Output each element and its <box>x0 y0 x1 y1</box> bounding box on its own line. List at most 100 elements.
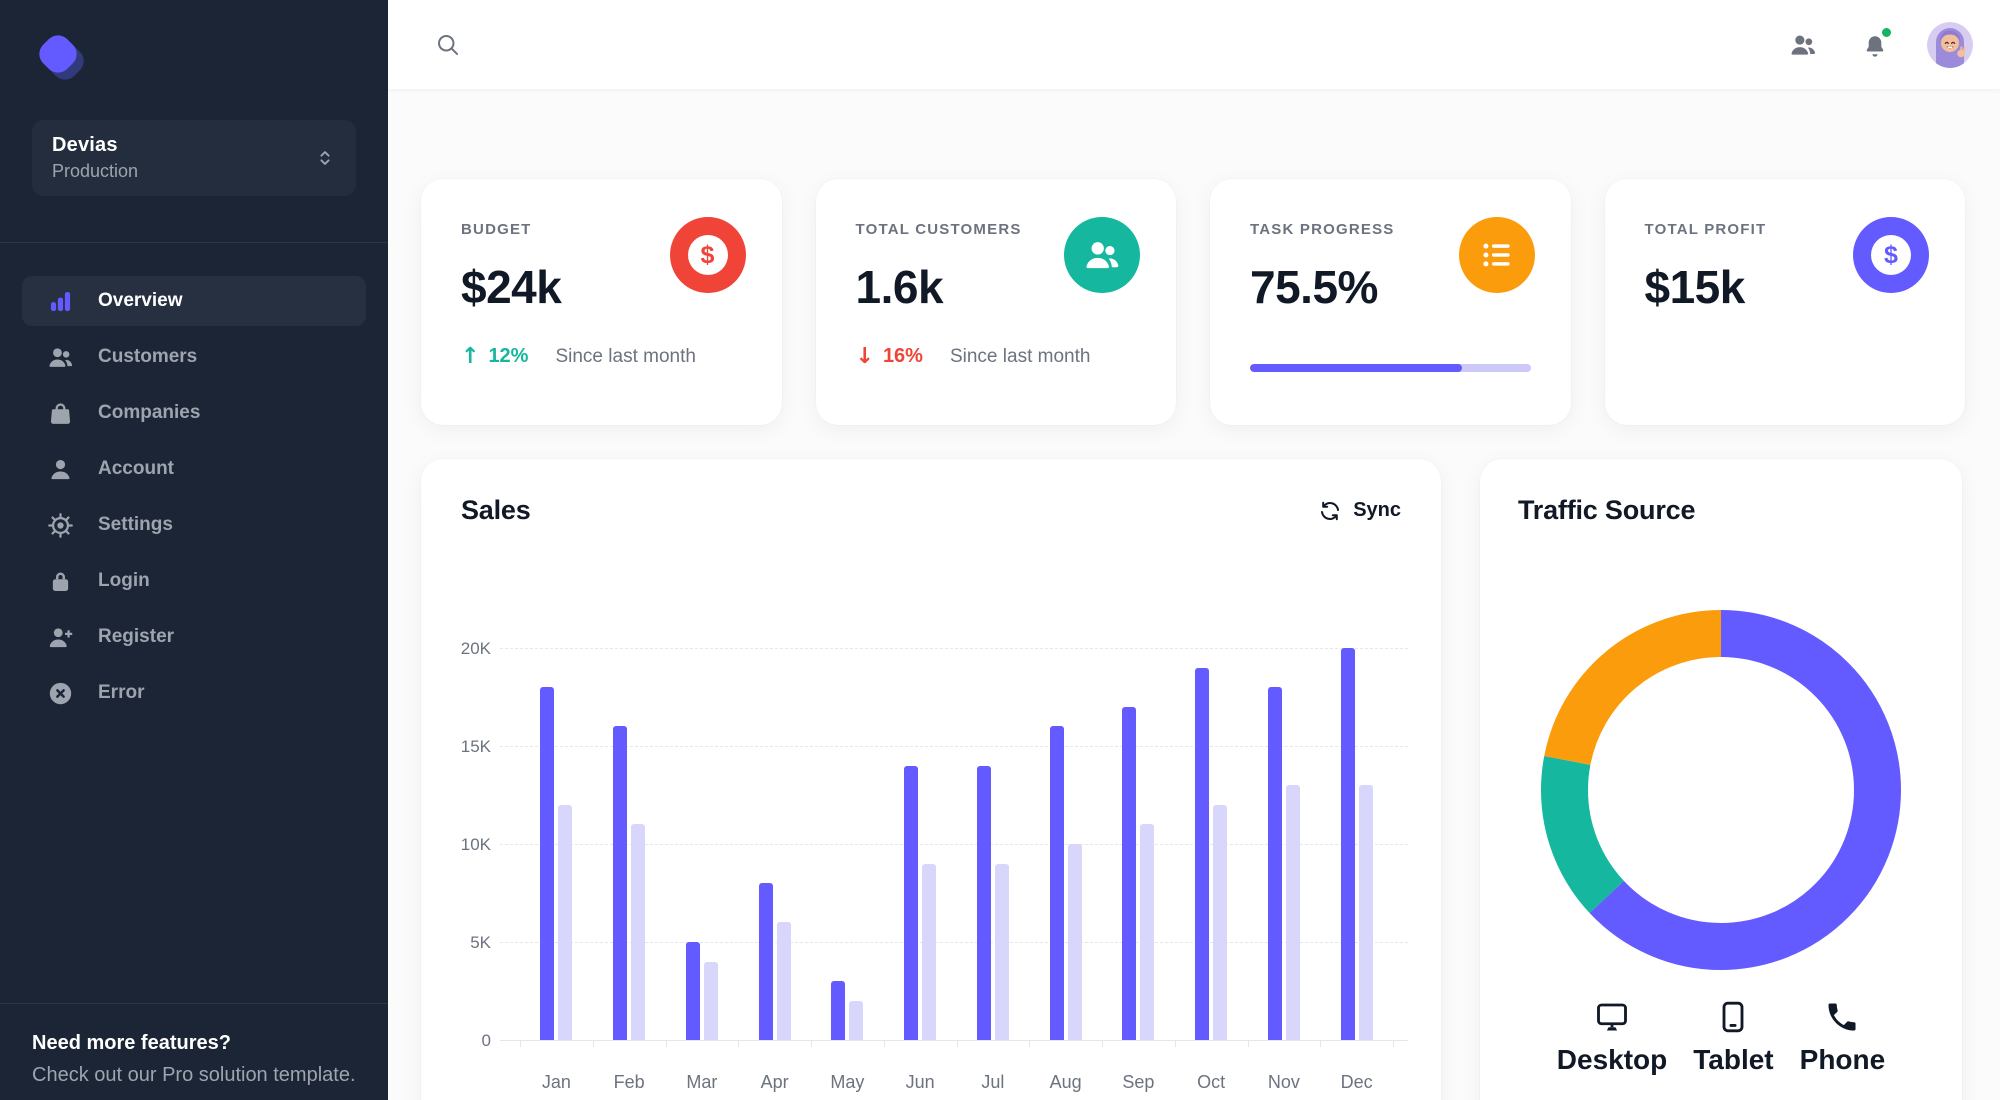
budget-card: BUDGET $24k $ ↑ 12% Since last month <box>421 179 782 425</box>
sidebar-item-label: Login <box>98 570 150 591</box>
task-progress-card: TASK PROGRESS 75.5% <box>1210 179 1571 425</box>
bar-last-year <box>703 962 718 1040</box>
unfold-icon <box>314 147 336 169</box>
sidebar: Devias Production Overview Customers Compa… <box>0 0 388 1100</box>
legend-item-phone: Phone <box>1799 999 1886 1076</box>
axis-tick <box>1247 1040 1249 1047</box>
bar-this-year <box>685 942 700 1040</box>
sidebar-item-label: Companies <box>98 402 201 423</box>
bar-last-year <box>1358 785 1373 1040</box>
gear-icon <box>47 512 74 539</box>
bar-last-year <box>994 864 1009 1040</box>
user-avatar[interactable] <box>1927 21 1973 68</box>
workspace-text: Devias Production <box>52 134 314 182</box>
y-axis-tick-label: 5K <box>470 933 491 952</box>
sidebar-item-error[interactable]: Error <box>22 668 366 718</box>
sidebar-item-register[interactable]: Register <box>22 612 366 662</box>
legend-label: Tablet <box>1693 1044 1774 1075</box>
sidebar-item-companies[interactable]: Companies <box>22 388 366 438</box>
bar-this-year <box>831 981 846 1040</box>
bar-group-jun <box>884 648 957 1040</box>
y-axis-tick-label: 20K <box>460 639 491 658</box>
bar-group-may <box>811 648 884 1040</box>
bar-last-year <box>558 805 573 1040</box>
sidebar-item-settings[interactable]: Settings <box>22 500 366 550</box>
bar-last-year <box>849 1001 864 1040</box>
phone-icon <box>1824 999 1860 1035</box>
user-icon <box>47 456 74 483</box>
sidebar-item-label: Overview <box>98 290 183 311</box>
search-button[interactable] <box>426 23 470 67</box>
stats-row: BUDGET $24k $ ↑ 12% Since last month TOT… <box>421 179 1965 425</box>
sidebar-item-customers[interactable]: Customers <box>22 332 366 382</box>
axis-tick <box>883 1040 885 1047</box>
axis-tick <box>520 1040 521 1047</box>
chart-bars-icon <box>47 288 74 315</box>
y-axis-tick-label: 10K <box>460 835 491 854</box>
x-tick-label: Sep <box>1122 1072 1155 1092</box>
bar-this-year <box>1195 668 1210 1040</box>
x-tick-label: Jun <box>905 1072 935 1092</box>
bar-last-year <box>1067 844 1082 1040</box>
y-axis-tick-label: 0 <box>481 1031 491 1050</box>
sidebar-nav: Overview Customers Companies Account Setting… <box>22 276 366 724</box>
trend-percent: 16% <box>882 345 923 367</box>
devias-logo-icon <box>39 35 84 80</box>
bar-last-year <box>1285 785 1300 1040</box>
x-tick-label: Jul <box>981 1072 1005 1092</box>
users-icon <box>47 344 74 371</box>
contacts-button[interactable] <box>1781 23 1825 67</box>
bar-group-dec <box>1320 648 1393 1040</box>
trend-percent: 12% <box>488 345 529 367</box>
workspace-name: Devias <box>52 134 118 156</box>
bar-this-year <box>1340 648 1355 1040</box>
traffic-donut-chart <box>1541 610 1901 970</box>
search-icon <box>438 34 459 55</box>
axis-tick <box>738 1040 740 1047</box>
sidebar-item-overview[interactable]: Overview <box>22 276 366 326</box>
axis-tick <box>1029 1040 1031 1047</box>
bar-this-year <box>613 726 628 1040</box>
dollar-icon: $ <box>1853 217 1929 293</box>
legend-label: Phone <box>1799 1044 1886 1075</box>
sidebar-item-account[interactable]: Account <box>22 444 366 494</box>
workspace-environment: Production <box>52 161 139 181</box>
axis-tick <box>1393 1040 1394 1047</box>
bar-this-year <box>1122 707 1137 1040</box>
bar-this-year <box>758 883 773 1040</box>
traffic-source-card: Traffic Source Desktop Tablet Phone <box>1480 459 1962 1100</box>
sidebar-item-label: Settings <box>98 514 173 535</box>
users-icon <box>1064 217 1140 293</box>
notifications-wrap <box>1853 23 1897 67</box>
legend-item-tablet: Tablet <box>1693 999 1774 1076</box>
user-plus-icon <box>47 624 74 651</box>
trend-row: ↓ 16% Since last month <box>856 344 1137 369</box>
x-tick-label: Oct <box>1197 1072 1226 1092</box>
devias-logo[interactable] <box>32 28 92 88</box>
total-customers-card: TOTAL CUSTOMERS 1.6k ↓ 16% Since last mo… <box>815 179 1176 425</box>
axis-tick <box>665 1040 667 1047</box>
sidebar-item-label: Error <box>98 682 145 703</box>
axis-tick <box>592 1040 594 1047</box>
bar-group-mar <box>666 648 739 1040</box>
lock-icon <box>47 568 74 595</box>
y-axis-tick-label: 15K <box>460 737 491 756</box>
x-tick-label: Nov <box>1267 1072 1300 1092</box>
workspace-selector[interactable]: Devias Production <box>32 120 356 196</box>
sidebar-item-login[interactable]: Login <box>22 556 366 606</box>
x-tick-label: Feb <box>613 1072 645 1092</box>
desktop-icon <box>1594 999 1630 1035</box>
x-tick-label: Jan <box>541 1072 571 1092</box>
sales-bar-chart: 0 5K 10K 15K 20K Jan Feb Mar Apr May Jun Jul Aug Sep O… <box>421 459 1441 1100</box>
topbar <box>388 0 2000 89</box>
shopping-bag-icon <box>47 400 74 427</box>
x-axis-labels: Jan Feb Mar Apr May Jun Jul Aug Sep Oct Nov Dec <box>520 1072 1393 1093</box>
notification-dot <box>1880 25 1893 39</box>
bar-this-year <box>904 766 919 1040</box>
x-circle-icon <box>47 680 74 707</box>
footer-title: Need more features? <box>32 1032 231 1054</box>
list-icon <box>1458 217 1535 293</box>
bar-last-year <box>1213 805 1228 1040</box>
x-tick-label: Apr <box>760 1072 789 1092</box>
sidebar-footer: Need more features? Check out our Pro so… <box>0 1003 388 1087</box>
